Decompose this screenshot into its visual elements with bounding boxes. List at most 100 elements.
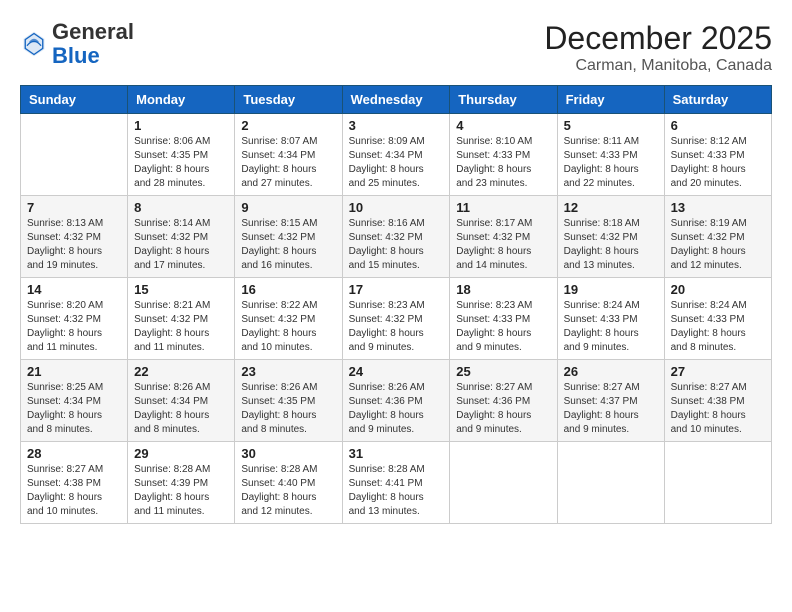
calendar-week-row: 28 Sunrise: 8:27 AM Sunset: 4:38 PM Dayli… — [21, 442, 772, 524]
calendar-cell: 16 Sunrise: 8:22 AM Sunset: 4:32 PM Dayli… — [235, 278, 342, 360]
day-number: 23 — [241, 364, 335, 379]
calendar-cell: 3 Sunrise: 8:09 AM Sunset: 4:34 PM Daylig… — [342, 114, 450, 196]
day-number: 3 — [349, 118, 444, 133]
month-title: December 2025 — [544, 20, 772, 57]
day-info: Sunrise: 8:23 AM Sunset: 4:33 PM Dayligh… — [456, 299, 550, 355]
day-number: 18 — [456, 282, 550, 297]
page-header: General Blue December 2025 Carman, Manit… — [20, 20, 772, 75]
calendar-cell: 11 Sunrise: 8:17 AM Sunset: 4:32 PM Dayli… — [450, 196, 557, 278]
calendar-cell: 6 Sunrise: 8:12 AM Sunset: 4:33 PM Daylig… — [664, 114, 771, 196]
day-info: Sunrise: 8:09 AM Sunset: 4:34 PM Dayligh… — [349, 135, 444, 191]
day-number: 19 — [564, 282, 658, 297]
day-info: Sunrise: 8:06 AM Sunset: 4:35 PM Dayligh… — [134, 135, 228, 191]
calendar-cell: 29 Sunrise: 8:28 AM Sunset: 4:39 PM Dayli… — [128, 442, 235, 524]
calendar-cell: 17Sunrise: 8:23 AM Sunset: 4:32 PM Dayli… — [342, 278, 450, 360]
day-info: Sunrise: 8:11 AM Sunset: 4:33 PM Dayligh… — [564, 135, 658, 191]
day-number: 8 — [134, 200, 228, 215]
logo: General Blue — [20, 20, 134, 68]
day-number: 5 — [564, 118, 658, 133]
title-block: December 2025 Carman, Manitoba, Canada — [544, 20, 772, 75]
day-info: Sunrise: 8:24 AM Sunset: 4:33 PM Dayligh… — [564, 299, 658, 355]
day-info: Sunrise: 8:16 AM Sunset: 4:32 PM Dayligh… — [349, 217, 444, 273]
calendar-cell: 8 Sunrise: 8:14 AM Sunset: 4:32 PM Daylig… — [128, 196, 235, 278]
day-info: Sunrise: 8:27 AM Sunset: 4:38 PM Dayligh… — [671, 381, 765, 437]
calendar-cell: 5 Sunrise: 8:11 AM Sunset: 4:33 PM Daylig… — [557, 114, 664, 196]
day-number: 4 — [456, 118, 550, 133]
calendar-cell: 30 Sunrise: 8:28 AM Sunset: 4:40 PM Dayli… — [235, 442, 342, 524]
calendar-cell: 25Sunrise: 8:27 AM Sunset: 4:36 PM Dayli… — [450, 360, 557, 442]
day-number: 2 — [241, 118, 335, 133]
day-info: Sunrise: 8:27 AM Sunset: 4:37 PM Dayligh… — [564, 381, 658, 437]
calendar-header-row: SundayMondayTuesdayWednesdayThursdayFrid… — [21, 86, 772, 114]
calendar-cell: 22Sunrise: 8:26 AM Sunset: 4:34 PM Dayli… — [128, 360, 235, 442]
calendar-week-row: 1 Sunrise: 8:06 AM Sunset: 4:35 PM Daylig… — [21, 114, 772, 196]
calendar-cell — [557, 442, 664, 524]
calendar-header-thursday: Thursday — [450, 86, 557, 114]
day-number: 7 — [27, 200, 121, 215]
day-info: Sunrise: 8:07 AM Sunset: 4:34 PM Dayligh… — [241, 135, 335, 191]
day-info: Sunrise: 8:10 AM Sunset: 4:33 PM Dayligh… — [456, 135, 550, 191]
day-number: 20 — [671, 282, 765, 297]
day-number: 6 — [671, 118, 765, 133]
logo-icon — [20, 30, 48, 58]
calendar-cell: 20Sunrise: 8:24 AM Sunset: 4:33 PM Dayli… — [664, 278, 771, 360]
calendar-header-wednesday: Wednesday — [342, 86, 450, 114]
day-number: 26 — [564, 364, 658, 379]
day-info: Sunrise: 8:28 AM Sunset: 4:39 PM Dayligh… — [134, 463, 228, 519]
calendar-cell: 2 Sunrise: 8:07 AM Sunset: 4:34 PM Daylig… — [235, 114, 342, 196]
day-info: Sunrise: 8:14 AM Sunset: 4:32 PM Dayligh… — [134, 217, 228, 273]
day-info: Sunrise: 8:27 AM Sunset: 4:38 PM Dayligh… — [27, 463, 121, 519]
calendar-cell: 21 Sunrise: 8:25 AM Sunset: 4:34 PM Dayli… — [21, 360, 128, 442]
day-number: 29 — [134, 446, 228, 461]
day-number: 12 — [564, 200, 658, 215]
calendar-cell: 27Sunrise: 8:27 AM Sunset: 4:38 PM Dayli… — [664, 360, 771, 442]
calendar-cell: 18 Sunrise: 8:23 AM Sunset: 4:33 PM Dayli… — [450, 278, 557, 360]
day-info: Sunrise: 8:13 AM Sunset: 4:32 PM Dayligh… — [27, 217, 121, 273]
day-number: 11 — [456, 200, 550, 215]
calendar-cell: 12 Sunrise: 8:18 AM Sunset: 4:32 PM Dayli… — [557, 196, 664, 278]
day-info: Sunrise: 8:17 AM Sunset: 4:32 PM Dayligh… — [456, 217, 550, 273]
day-info: Sunrise: 8:22 AM Sunset: 4:32 PM Dayligh… — [241, 299, 335, 355]
day-info: Sunrise: 8:28 AM Sunset: 4:40 PM Dayligh… — [241, 463, 335, 519]
day-info: Sunrise: 8:15 AM Sunset: 4:32 PM Dayligh… — [241, 217, 335, 273]
day-number: 28 — [27, 446, 121, 461]
day-info: Sunrise: 8:26 AM Sunset: 4:36 PM Dayligh… — [349, 381, 444, 437]
calendar-week-row: 7 Sunrise: 8:13 AM Sunset: 4:32 PM Daylig… — [21, 196, 772, 278]
day-number: 16 — [241, 282, 335, 297]
calendar-header-tuesday: Tuesday — [235, 86, 342, 114]
calendar-cell: 13Sunrise: 8:19 AM Sunset: 4:32 PM Dayli… — [664, 196, 771, 278]
calendar-cell: 26 Sunrise: 8:27 AM Sunset: 4:37 PM Dayli… — [557, 360, 664, 442]
calendar-cell: 4 Sunrise: 8:10 AM Sunset: 4:33 PM Daylig… — [450, 114, 557, 196]
day-number: 25 — [456, 364, 550, 379]
day-number: 14 — [27, 282, 121, 297]
calendar-cell — [450, 442, 557, 524]
calendar-cell — [21, 114, 128, 196]
day-number: 13 — [671, 200, 765, 215]
location-title: Carman, Manitoba, Canada — [544, 57, 772, 75]
day-number: 1 — [134, 118, 228, 133]
day-info: Sunrise: 8:28 AM Sunset: 4:41 PM Dayligh… — [349, 463, 444, 519]
calendar-week-row: 14Sunrise: 8:20 AM Sunset: 4:32 PM Dayli… — [21, 278, 772, 360]
day-number: 9 — [241, 200, 335, 215]
calendar-week-row: 21 Sunrise: 8:25 AM Sunset: 4:34 PM Dayli… — [21, 360, 772, 442]
calendar-cell: 10 Sunrise: 8:16 AM Sunset: 4:32 PM Dayli… — [342, 196, 450, 278]
day-info: Sunrise: 8:18 AM Sunset: 4:32 PM Dayligh… — [564, 217, 658, 273]
calendar-cell: 19 Sunrise: 8:24 AM Sunset: 4:33 PM Dayli… — [557, 278, 664, 360]
day-info: Sunrise: 8:12 AM Sunset: 4:33 PM Dayligh… — [671, 135, 765, 191]
day-number: 21 — [27, 364, 121, 379]
logo-text: General Blue — [52, 20, 134, 68]
calendar-cell: 23 Sunrise: 8:26 AM Sunset: 4:35 PM Dayli… — [235, 360, 342, 442]
day-info: Sunrise: 8:25 AM Sunset: 4:34 PM Dayligh… — [27, 381, 121, 437]
calendar-cell — [664, 442, 771, 524]
logo-blue: Blue — [52, 44, 134, 68]
day-info: Sunrise: 8:26 AM Sunset: 4:34 PM Dayligh… — [134, 381, 228, 437]
calendar-cell: 9 Sunrise: 8:15 AM Sunset: 4:32 PM Daylig… — [235, 196, 342, 278]
day-number: 10 — [349, 200, 444, 215]
calendar-cell: 15Sunrise: 8:21 AM Sunset: 4:32 PM Dayli… — [128, 278, 235, 360]
calendar-header-friday: Friday — [557, 86, 664, 114]
day-number: 30 — [241, 446, 335, 461]
calendar-cell: 14Sunrise: 8:20 AM Sunset: 4:32 PM Dayli… — [21, 278, 128, 360]
day-info: Sunrise: 8:26 AM Sunset: 4:35 PM Dayligh… — [241, 381, 335, 437]
day-info: Sunrise: 8:21 AM Sunset: 4:32 PM Dayligh… — [134, 299, 228, 355]
calendar-header-sunday: Sunday — [21, 86, 128, 114]
